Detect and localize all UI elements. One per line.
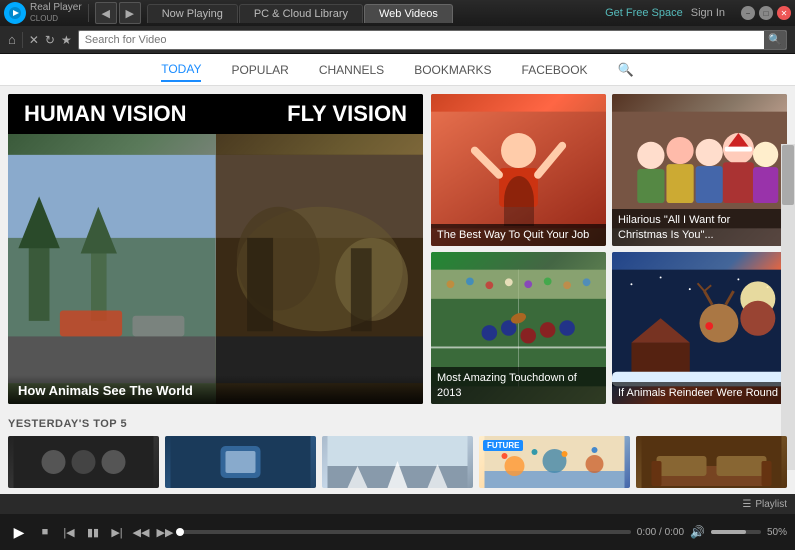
title-bar: Real Player CLOUD ◀ ▶ Now Playing PC & C… xyxy=(0,0,795,26)
sign-in-link[interactable]: Sign In xyxy=(691,7,725,19)
yesterday-section: YESTERDAY'S TOP 5 xyxy=(0,412,795,494)
tab-buttons: Now Playing PC & Cloud Library Web Video… xyxy=(147,4,605,23)
vision-bottom xyxy=(8,134,423,404)
tab-web-videos[interactable]: Web Videos xyxy=(364,4,453,23)
progress-handle[interactable] xyxy=(176,528,184,536)
forward-button[interactable]: ▶ xyxy=(119,2,141,24)
tab-popular[interactable]: POPULAR xyxy=(231,59,288,81)
nav-arrows: ◀ ▶ xyxy=(95,2,141,24)
strip-thumb-5[interactable] xyxy=(636,436,787,488)
content-wrapper: HUMAN VISION FLY VISION xyxy=(0,86,795,494)
tab-pc-cloud[interactable]: PC & Cloud Library xyxy=(239,4,363,23)
search-nav-icon[interactable]: 🔍 xyxy=(618,62,634,78)
yesterday-title: YESTERDAY'S TOP 5 xyxy=(8,418,787,430)
next-button[interactable]: ▶| xyxy=(108,523,126,541)
playlist-bar: ☰ Playlist xyxy=(0,494,795,514)
thumb-caption-3: Most Amazing Touchdown of 2013 xyxy=(431,367,606,404)
future-badge: FUTURE xyxy=(483,440,523,451)
prev-button[interactable]: |◀ xyxy=(60,523,78,541)
refresh-button[interactable]: ↻ xyxy=(45,33,55,47)
address-bar: ⌂ ✕ ↻ ★ 🔍 xyxy=(0,26,795,54)
volume-bar[interactable] xyxy=(711,530,761,534)
vision-split: HUMAN VISION FLY VISION xyxy=(8,94,423,404)
stop-ctrl-button[interactable]: ■ xyxy=(36,523,54,541)
step-back-button[interactable]: ▮▮ xyxy=(84,523,102,541)
thumb-caption-1: The Best Way To Quit Your Job xyxy=(431,224,606,246)
playlist-label[interactable]: Playlist xyxy=(755,499,787,510)
search-box: 🔍 xyxy=(78,30,787,50)
tab-bookmarks[interactable]: BOOKMARKS xyxy=(414,59,491,81)
human-vision-label: HUMAN VISION xyxy=(24,101,187,127)
player-controls: ▶ ■ |◀ ▮▮ ▶| ◀◀ ▶▶ 0:00 / 0:00 🔊 50% xyxy=(0,514,795,550)
main-content: HUMAN VISION FLY VISION xyxy=(0,86,795,412)
search-input[interactable] xyxy=(79,34,764,46)
thumb-caption-2: Hilarious "All I Want for Christmas Is Y… xyxy=(612,209,787,246)
video-thumb-4[interactable]: If Animals Reindeer Were Round xyxy=(612,252,787,404)
video-thumb-3[interactable]: Most Amazing Touchdown of 2013 xyxy=(431,252,606,404)
vision-left xyxy=(8,134,216,404)
tab-now-playing[interactable]: Now Playing xyxy=(147,4,238,23)
title-bar-right: Get Free Space Sign In − □ ✕ xyxy=(605,6,791,20)
video-grid: The Best Way To Quit Your Job xyxy=(431,94,787,404)
bookmark-button[interactable]: ★ xyxy=(61,33,72,47)
scrollbar-thumb[interactable] xyxy=(782,145,794,205)
time-display: 0:00 / 0:00 xyxy=(637,527,684,538)
vision-right xyxy=(216,134,424,404)
video-thumb-1[interactable]: The Best Way To Quit Your Job xyxy=(431,94,606,246)
search-button[interactable]: 🔍 xyxy=(764,31,786,49)
stop-button[interactable]: ✕ xyxy=(29,33,39,47)
vision-top: HUMAN VISION FLY VISION xyxy=(8,94,423,134)
tab-facebook[interactable]: FACEBOOK xyxy=(522,59,588,81)
maximize-button[interactable]: □ xyxy=(759,6,773,20)
strip-thumb-1[interactable] xyxy=(8,436,159,488)
featured-caption: How Animals See The World xyxy=(8,375,423,404)
logo-icon xyxy=(4,2,26,24)
strip-thumb-4[interactable]: FUTURE xyxy=(479,436,630,488)
video-thumb-2[interactable]: Hilarious "All I Want for Christmas Is Y… xyxy=(612,94,787,246)
logo: Real Player CLOUD xyxy=(4,2,82,24)
strip-thumb-2[interactable] xyxy=(165,436,316,488)
minimize-button[interactable]: − xyxy=(741,6,755,20)
fly-vision-label: FLY VISION xyxy=(287,101,407,127)
play-button[interactable]: ▶ xyxy=(8,521,30,543)
thumb-caption-4: If Animals Reindeer Were Round xyxy=(612,382,787,404)
home-icon[interactable]: ⌂ xyxy=(8,32,16,47)
nav-tabs: TODAY POPULAR CHANNELS BOOKMARKS FACEBOO… xyxy=(0,54,795,86)
playlist-icon: ☰ xyxy=(742,499,751,510)
tab-channels[interactable]: CHANNELS xyxy=(319,59,384,81)
volume-pct: 50% xyxy=(767,527,787,538)
progress-bar[interactable] xyxy=(180,530,631,534)
window-controls: − □ ✕ xyxy=(741,6,791,20)
thumb-strip: FUTURE xyxy=(8,436,787,488)
back-button[interactable]: ◀ xyxy=(95,2,117,24)
tab-today[interactable]: TODAY xyxy=(161,58,201,82)
close-button[interactable]: ✕ xyxy=(777,6,791,20)
volume-fill xyxy=(711,530,746,534)
strip-thumb-3[interactable] xyxy=(322,436,473,488)
volume-icon[interactable]: 🔊 xyxy=(690,525,705,539)
separator xyxy=(22,32,23,48)
logo-text: Real Player CLOUD xyxy=(30,2,82,24)
rewind-button[interactable]: ◀◀ xyxy=(132,523,150,541)
fast-forward-button[interactable]: ▶▶ xyxy=(156,523,174,541)
free-space-link[interactable]: Get Free Space xyxy=(605,7,683,19)
scrollbar-track[interactable] xyxy=(781,144,795,412)
featured-video[interactable]: HUMAN VISION FLY VISION xyxy=(8,94,423,404)
